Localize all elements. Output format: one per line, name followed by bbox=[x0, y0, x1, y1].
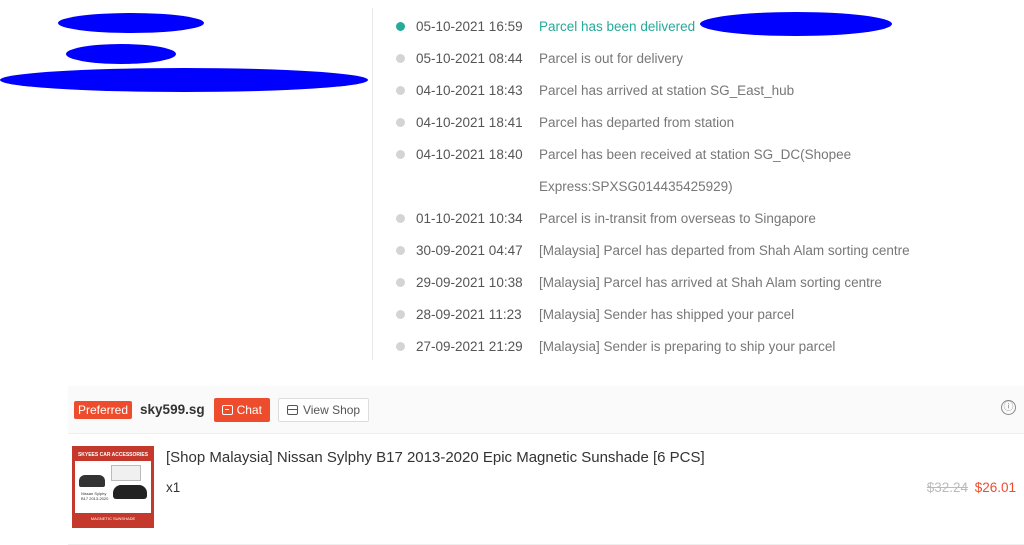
preferred-badge: Preferred bbox=[74, 400, 133, 419]
status-dot-icon bbox=[396, 149, 405, 159]
timeline-event: 05-10-2021 16:59 Parcel has been deliver… bbox=[396, 10, 910, 42]
event-desc: Parcel has arrived at station SG_East_hu… bbox=[539, 82, 795, 98]
timeline-event: 28-09-2021 11:23 [Malaysia] Sender has s… bbox=[396, 298, 910, 330]
view-shop-label: View Shop bbox=[302, 402, 361, 417]
current-price: $26.01 bbox=[974, 480, 1016, 495]
status-dot-icon bbox=[396, 245, 405, 255]
event-time: 27-09-2021 21:29 bbox=[416, 338, 523, 354]
product-thumbnail[interactable]: SKYEES CAR ACCESSORIES Nissan Sylphy B17… bbox=[72, 446, 154, 528]
event-desc: [Malaysia] Parcel has departed from Shah… bbox=[539, 242, 910, 258]
shop-icon bbox=[286, 404, 298, 415]
event-desc: [Malaysia] Sender has shipped your parce… bbox=[539, 306, 795, 322]
timeline-event: 27-09-2021 21:29 [Malaysia] Sender is pr… bbox=[396, 330, 910, 362]
event-desc: Parcel has departed from station bbox=[539, 114, 735, 130]
event-desc-cont: Express:SPXSG014435425929) bbox=[539, 178, 733, 194]
event-desc: Parcel is in-transit from overseas to Si… bbox=[539, 210, 816, 226]
thumb-image: Nissan Sylphy B17 2013-2020 bbox=[75, 461, 151, 513]
event-time: 05-10-2021 16:59 bbox=[416, 18, 523, 34]
chat-button[interactable]: Chat bbox=[213, 397, 270, 422]
timeline-event: 04-10-2021 18:41 Parcel has departed fro… bbox=[396, 106, 910, 138]
redaction-mark bbox=[58, 13, 204, 33]
original-price: $32.24 bbox=[926, 480, 968, 495]
info-icon[interactable]: ⓘ bbox=[1001, 400, 1016, 415]
event-time: 05-10-2021 08:44 bbox=[416, 50, 523, 66]
tracking-timeline: 05-10-2021 16:59 Parcel has been deliver… bbox=[396, 10, 910, 362]
status-dot-icon bbox=[396, 341, 405, 351]
event-desc: [Malaysia] Parcel has arrived at Shah Al… bbox=[539, 274, 882, 290]
redaction-mark bbox=[0, 68, 368, 92]
thumb-brand-banner: SKYEES CAR ACCESSORIES bbox=[75, 449, 151, 461]
event-time: 01-10-2021 10:34 bbox=[416, 210, 523, 226]
shop-header: Preferred sky599.sg Chat View Shop ⓘ bbox=[68, 386, 1024, 434]
car-icon bbox=[79, 475, 105, 487]
view-shop-button[interactable]: View Shop bbox=[277, 397, 370, 422]
timeline-event: 04-10-2021 18:40 Parcel has been receive… bbox=[396, 138, 910, 170]
event-time: 28-09-2021 11:23 bbox=[416, 306, 522, 322]
status-dot-icon bbox=[396, 213, 405, 223]
chat-icon bbox=[221, 404, 233, 415]
status-dot-icon bbox=[396, 21, 405, 31]
event-time: 29-09-2021 10:38 bbox=[416, 274, 523, 290]
thumb-model-text: Nissan Sylphy B17 2013-2020 bbox=[81, 491, 109, 501]
event-desc: Parcel has been delivered bbox=[539, 18, 696, 34]
timeline-event: 04-10-2021 18:43 Parcel has arrived at s… bbox=[396, 74, 910, 106]
product-quantity: x1 bbox=[166, 480, 181, 495]
timeline-line bbox=[372, 8, 373, 360]
sunshade-icon bbox=[111, 465, 141, 481]
timeline-event: 01-10-2021 10:34 Parcel is in-transit fr… bbox=[396, 202, 910, 234]
car-icon bbox=[113, 485, 147, 499]
event-desc: [Malaysia] Sender is preparing to ship y… bbox=[539, 338, 836, 354]
status-dot-icon bbox=[396, 117, 405, 127]
timeline-event-continuation: Express:SPXSG014435425929) bbox=[396, 170, 910, 202]
product-row[interactable]: SKYEES CAR ACCESSORIES Nissan Sylphy B17… bbox=[68, 434, 1024, 545]
shop-name[interactable]: sky599.sg bbox=[140, 402, 205, 417]
event-time: 04-10-2021 18:41 bbox=[416, 114, 523, 130]
status-dot-icon bbox=[396, 53, 405, 63]
redaction-mark bbox=[66, 44, 176, 64]
event-time: 04-10-2021 18:40 bbox=[416, 146, 523, 162]
product-title[interactable]: [Shop Malaysia] Nissan Sylphy B17 2013-2… bbox=[166, 449, 705, 466]
event-desc: Parcel has been received at station SG_D… bbox=[539, 146, 852, 162]
event-time: 04-10-2021 18:43 bbox=[416, 82, 523, 98]
timeline-event: 29-09-2021 10:38 [Malaysia] Parcel has a… bbox=[396, 266, 910, 298]
timeline-event: 05-10-2021 08:44 Parcel is out for deliv… bbox=[396, 42, 910, 74]
thumb-product-banner: MAGNETIC SUNSHADE bbox=[75, 513, 151, 525]
event-desc: Parcel is out for delivery bbox=[539, 50, 684, 66]
status-dot-icon bbox=[396, 277, 405, 287]
timeline-event: 30-09-2021 04:47 [Malaysia] Parcel has d… bbox=[396, 234, 910, 266]
status-dot-icon bbox=[396, 85, 405, 95]
event-time: 30-09-2021 04:47 bbox=[416, 242, 523, 258]
order-shop-card: Preferred sky599.sg Chat View Shop ⓘ SKY… bbox=[68, 386, 1024, 545]
chat-button-label: Chat bbox=[236, 402, 262, 417]
status-dot-icon bbox=[396, 309, 405, 319]
